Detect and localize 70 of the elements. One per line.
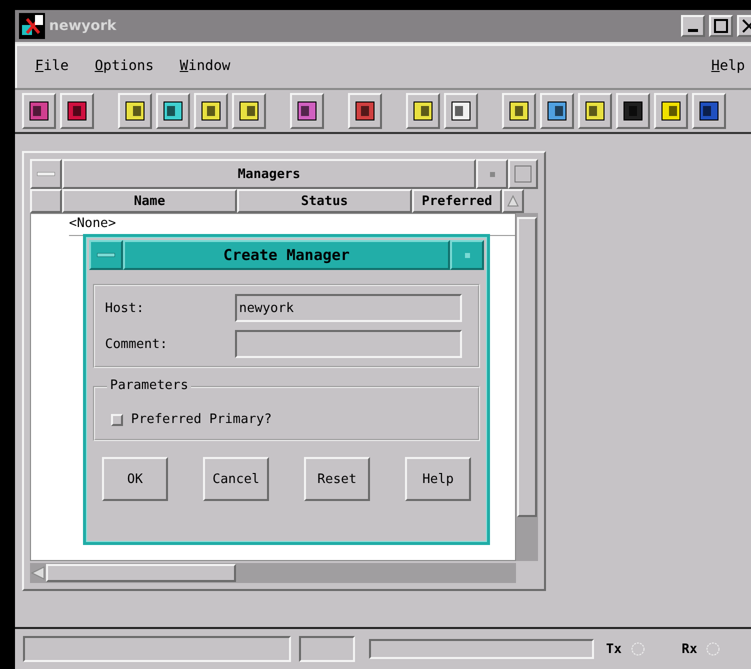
toolbar-icon [411, 99, 435, 123]
scroll-thumb[interactable] [517, 217, 537, 517]
column-header[interactable]: Status [237, 189, 412, 213]
dialog-button[interactable]: Reset [304, 457, 370, 501]
square-icon [514, 165, 532, 183]
toolbar-button[interactable] [540, 93, 574, 129]
field-label: Host: [105, 300, 146, 316]
toolbar-button[interactable] [22, 93, 56, 129]
toolbar-button[interactable] [60, 93, 94, 129]
scroll-up-button[interactable] [502, 189, 524, 213]
toolbar-icon [295, 99, 319, 123]
indicator-label: Tx [606, 642, 622, 656]
toolbar-button[interactable] [654, 93, 688, 129]
toolbar-icon [659, 99, 683, 123]
menu-item[interactable]: Options [94, 58, 154, 74]
dialog-button[interactable]: OK [102, 457, 168, 501]
checkbox-label: Preferred Primary? [131, 412, 272, 427]
managers-title: Managers [62, 159, 476, 189]
menu-item[interactable]: Window [180, 58, 230, 74]
toolbar-button[interactable] [156, 93, 190, 129]
bar-icon [97, 253, 115, 257]
toolbar-button[interactable] [616, 93, 650, 129]
toolbar-icon [545, 99, 569, 123]
menu-item[interactable]: File [35, 58, 69, 74]
toolbar-icon [161, 99, 185, 123]
maximize-button[interactable] [709, 15, 733, 37]
bar-icon [37, 172, 55, 176]
dialog-title: Create Manager [123, 240, 450, 270]
minimize-icon [688, 29, 698, 32]
toolbar-button[interactable] [232, 93, 266, 129]
toolbar-icon [27, 99, 51, 123]
indicator-label: Rx [682, 642, 698, 656]
menu-item[interactable]: Help [711, 58, 745, 74]
maximize-icon [714, 19, 728, 33]
toolbar-icon [353, 99, 377, 123]
dialog-button[interactable]: Help [405, 457, 471, 501]
toolbar-icon [449, 99, 473, 123]
toolbar-button[interactable] [348, 93, 382, 129]
toolbar-button[interactable] [692, 93, 726, 129]
text-field[interactable]: newyork [235, 294, 462, 322]
toolbar-icon [583, 99, 607, 123]
toolbar-button[interactable] [290, 93, 324, 129]
status-field [299, 636, 355, 662]
toolbar-button[interactable] [118, 93, 152, 129]
horizontal-scrollbar[interactable] [30, 563, 516, 583]
toolbar-button[interactable] [578, 93, 612, 129]
toolbar-icon [65, 99, 89, 123]
toolbar-icon [507, 99, 531, 123]
toolbar-icon [697, 99, 721, 123]
field-label: Comment: [105, 336, 169, 352]
up-arrow-icon [507, 195, 519, 207]
toolbar-icon [237, 99, 261, 123]
column-header[interactable]: Name [62, 189, 237, 213]
left-arrow-icon [30, 565, 46, 581]
column-header[interactable]: Preferred [412, 189, 502, 213]
toolbar-button[interactable] [502, 93, 536, 129]
window-title: newyork [49, 18, 118, 34]
toolbar-button[interactable] [406, 93, 440, 129]
toolbar-button[interactable] [444, 93, 478, 129]
window-menu-button[interactable] [89, 240, 123, 270]
checkbox[interactable] [111, 414, 123, 426]
vertical-scrollbar[interactable] [516, 213, 538, 561]
text-field[interactable] [235, 330, 462, 358]
dialog-button[interactable]: Cancel [203, 457, 269, 501]
toolbar-icon [199, 99, 223, 123]
toolbar-icon [123, 99, 147, 123]
app-icon [19, 13, 45, 39]
toolbar-button[interactable] [194, 93, 228, 129]
scroll-thumb[interactable] [46, 564, 236, 582]
toolbar-icon [621, 99, 645, 123]
